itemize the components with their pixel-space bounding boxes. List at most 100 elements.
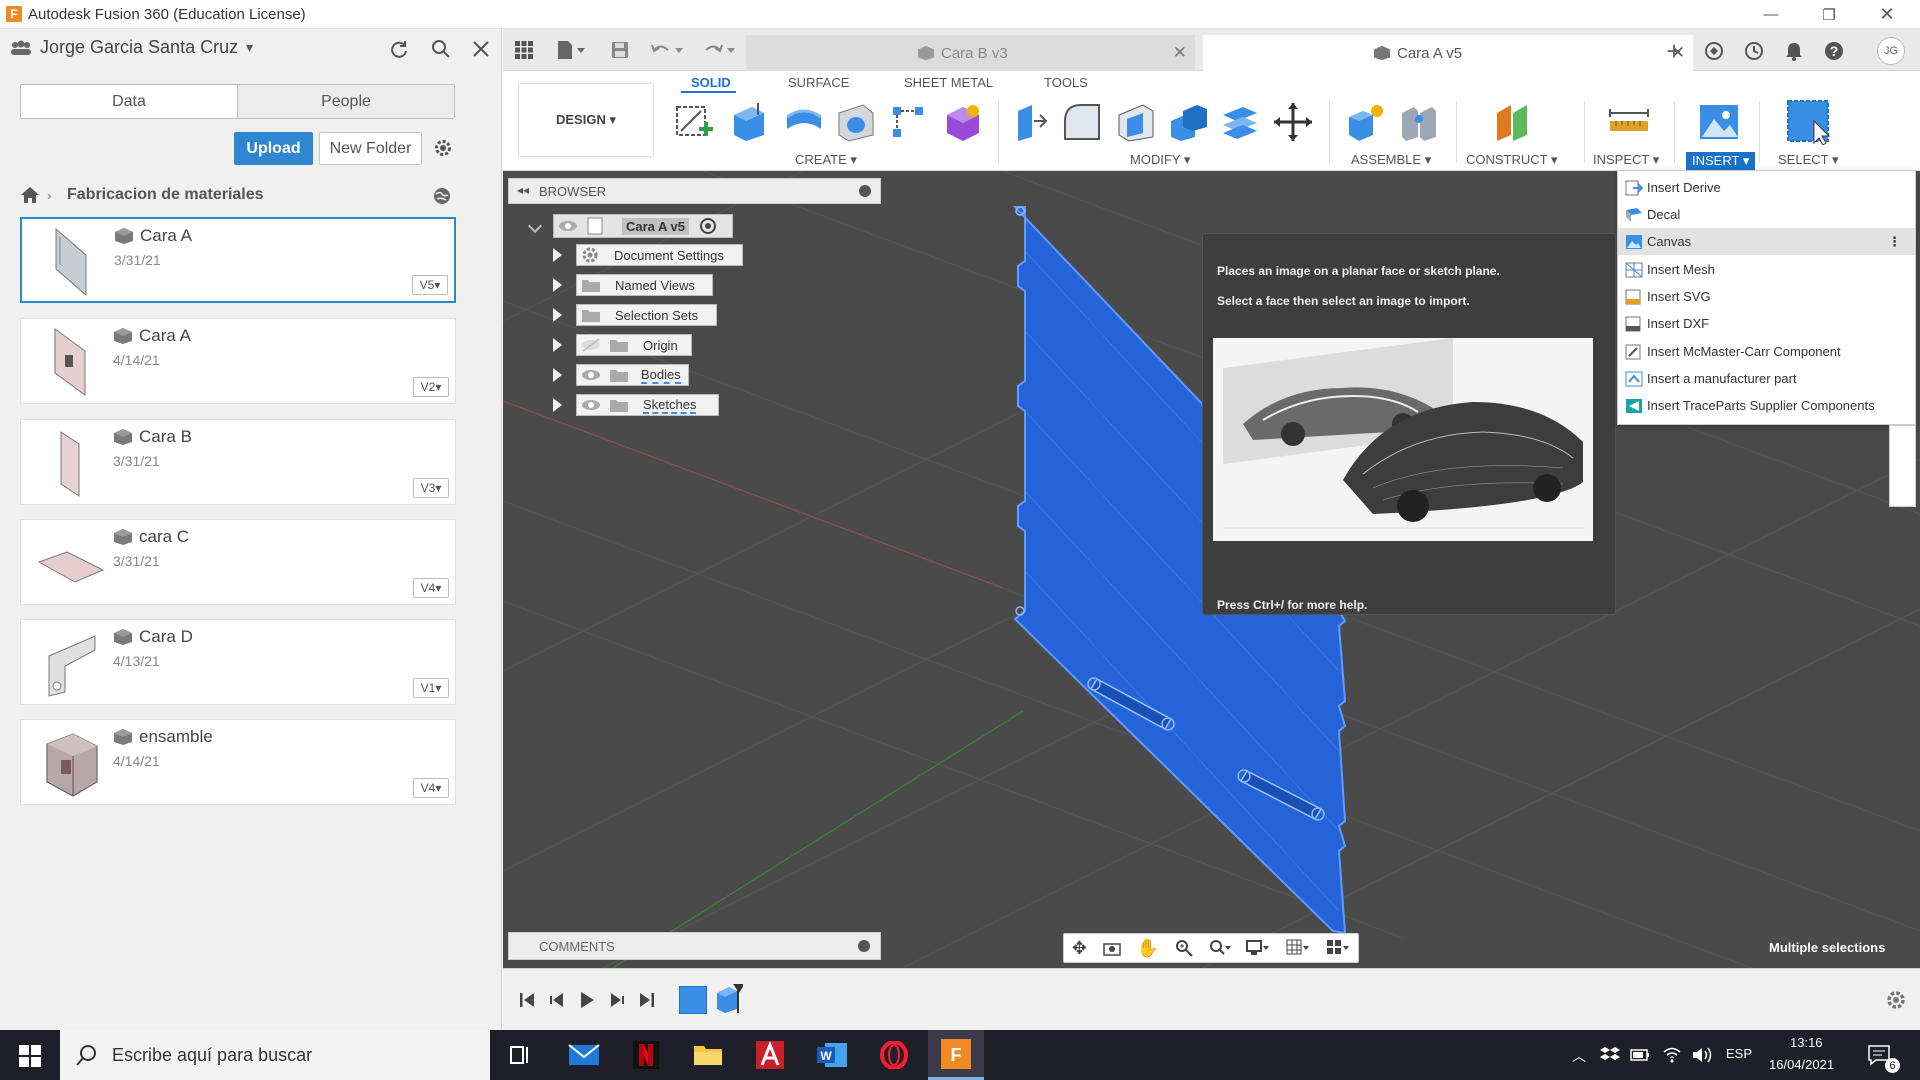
menu-item-insert-svg[interactable]: Insert SVG bbox=[1618, 283, 1915, 310]
workspace-switcher[interactable]: DESIGN ▾ bbox=[518, 83, 654, 157]
press-pull-icon[interactable] bbox=[1008, 101, 1050, 143]
create-form-icon[interactable] bbox=[941, 101, 983, 143]
menu-item-insert-derive[interactable]: Insert Derive bbox=[1618, 174, 1915, 201]
step-forward-icon[interactable] bbox=[609, 991, 625, 1009]
go-to-end-icon[interactable] bbox=[639, 991, 655, 1009]
restore-button[interactable]: ❐ bbox=[1800, 0, 1858, 29]
save-icon[interactable] bbox=[607, 37, 633, 63]
expand-arrow-icon[interactable] bbox=[553, 278, 562, 292]
new-tab-icon[interactable]: + bbox=[1660, 36, 1688, 66]
activate-icon[interactable] bbox=[699, 217, 717, 235]
dropbox-icon[interactable] bbox=[1600, 1046, 1620, 1064]
browser-root-node[interactable]: Cara A v5 bbox=[553, 214, 733, 238]
mail-app-icon[interactable] bbox=[556, 1030, 612, 1080]
expand-arrow-icon[interactable] bbox=[553, 398, 562, 412]
collapse-icon[interactable]: ◂◂ bbox=[517, 183, 529, 197]
home-icon[interactable] bbox=[20, 186, 40, 204]
insert-image-icon[interactable] bbox=[1698, 101, 1740, 143]
fusion-app-icon[interactable]: F bbox=[928, 1030, 984, 1080]
windows-start-icon[interactable] bbox=[19, 1045, 41, 1067]
pan-icon[interactable]: ✋ bbox=[1137, 938, 1159, 959]
version-badge[interactable]: V1▾ bbox=[413, 678, 449, 698]
step-back-icon[interactable] bbox=[549, 991, 565, 1009]
browser-item-bodies[interactable]: Bodies bbox=[576, 364, 689, 386]
file-card[interactable]: Cara A 3/31/21 V5▾ bbox=[20, 217, 456, 303]
joint-icon[interactable] bbox=[1398, 101, 1440, 143]
timeline-extrude-feature[interactable] bbox=[713, 983, 743, 1015]
tab-people[interactable]: People bbox=[237, 85, 454, 118]
file-card[interactable]: Cara A 4/14/21 V2▾ bbox=[20, 318, 456, 404]
expand-arrow-icon[interactable] bbox=[553, 308, 562, 322]
minimize-button[interactable]: — bbox=[1742, 0, 1800, 29]
globe-icon[interactable] bbox=[432, 186, 452, 206]
expand-arrow-icon[interactable] bbox=[553, 368, 562, 382]
chevron-down-icon[interactable]: ▾ bbox=[246, 39, 253, 56]
close-panel-icon[interactable] bbox=[468, 36, 494, 62]
word-app-icon[interactable]: W bbox=[804, 1030, 860, 1080]
breadcrumb[interactable]: Fabricacion de materiales bbox=[67, 186, 264, 204]
construct-group-label[interactable]: CONSTRUCT ▾ bbox=[1466, 152, 1558, 168]
tab-cara-b[interactable]: Cara B v3 ✕ bbox=[746, 35, 1195, 71]
battery-icon[interactable] bbox=[1630, 1047, 1650, 1063]
browser-item-selection-sets[interactable]: Selection Sets bbox=[576, 304, 717, 326]
orbit-icon[interactable]: ✥ bbox=[1072, 938, 1087, 959]
redo-icon[interactable] bbox=[699, 37, 739, 63]
clock-date[interactable]: 16/04/2021 bbox=[1769, 1057, 1834, 1072]
job-status-icon[interactable] bbox=[1740, 37, 1768, 65]
version-badge[interactable]: V2▾ bbox=[413, 377, 449, 397]
network-icon[interactable] bbox=[1662, 1046, 1682, 1064]
close-window-button[interactable]: ✕ bbox=[1858, 0, 1916, 29]
select-icon[interactable] bbox=[1786, 99, 1832, 145]
insert-group-label[interactable]: INSERT ▾ bbox=[1686, 152, 1756, 170]
assemble-group-label[interactable]: ASSEMBLE ▾ bbox=[1351, 152, 1431, 168]
file-card[interactable]: ensamble 4/14/21 V4▾ bbox=[20, 719, 456, 805]
browser-item-origin[interactable]: Origin bbox=[576, 334, 692, 356]
shell-icon[interactable] bbox=[1115, 101, 1157, 143]
team-icon[interactable] bbox=[10, 39, 32, 57]
taskbar-search[interactable]: Escribe aquí para buscar bbox=[60, 1030, 490, 1080]
new-component-icon[interactable] bbox=[1345, 101, 1387, 143]
menu-item-insert-traceparts[interactable]: Insert TraceParts Supplier Components bbox=[1618, 392, 1915, 419]
user-avatar[interactable]: JG bbox=[1877, 37, 1905, 65]
create-sketch-icon[interactable] bbox=[673, 101, 715, 143]
gear-icon[interactable] bbox=[431, 136, 455, 160]
volume-icon[interactable] bbox=[1692, 1046, 1714, 1064]
comments-panel[interactable]: COMMENTS bbox=[508, 932, 881, 960]
notifications-icon[interactable] bbox=[1780, 37, 1808, 65]
menu-item-insert-dxf[interactable]: Insert DXF bbox=[1618, 310, 1915, 337]
tab-cara-a[interactable]: Cara A v5 ✕ bbox=[1203, 35, 1693, 71]
fillet-icon[interactable] bbox=[1061, 101, 1103, 143]
opera-app-icon[interactable] bbox=[866, 1030, 922, 1080]
netflix-app-icon[interactable] bbox=[618, 1030, 674, 1080]
browser-item-sketches[interactable]: Sketches bbox=[576, 394, 719, 416]
version-badge[interactable]: V3▾ bbox=[413, 478, 449, 498]
menu-item-insert-manufacturer-part[interactable]: Insert a manufacturer part bbox=[1618, 365, 1915, 392]
browser-item-document-settings[interactable]: Document Settings bbox=[576, 244, 743, 266]
look-at-icon[interactable] bbox=[1103, 940, 1121, 956]
go-to-start-icon[interactable] bbox=[519, 991, 535, 1009]
offset-plane-icon[interactable] bbox=[1493, 101, 1535, 143]
refresh-icon[interactable] bbox=[386, 36, 412, 62]
version-badge[interactable]: V5▾ bbox=[412, 275, 448, 295]
task-view-icon[interactable] bbox=[492, 1030, 548, 1080]
extensions-icon[interactable] bbox=[1700, 37, 1728, 65]
hole-icon[interactable] bbox=[835, 101, 877, 143]
file-card[interactable]: cara C 3/31/21 V4▾ bbox=[20, 519, 456, 605]
grid-settings-icon[interactable] bbox=[1286, 939, 1310, 957]
version-badge[interactable]: V4▾ bbox=[413, 778, 449, 798]
show-hidden-icons[interactable]: ︿ bbox=[1572, 1046, 1586, 1066]
tab-data[interactable]: Data bbox=[21, 85, 237, 118]
menu-item-canvas[interactable]: Canvas ⋮ bbox=[1618, 228, 1915, 255]
browser-item-named-views[interactable]: Named Views bbox=[576, 274, 713, 296]
expand-arrow-icon[interactable] bbox=[553, 248, 562, 262]
grid-menu-icon[interactable] bbox=[511, 37, 537, 63]
file-menu-icon[interactable] bbox=[551, 37, 591, 63]
file-card[interactable]: Cara B 3/31/21 V3▾ bbox=[20, 419, 456, 505]
measure-icon[interactable] bbox=[1608, 105, 1650, 139]
clock-time[interactable]: 13:16 bbox=[1790, 1035, 1823, 1050]
undo-icon[interactable] bbox=[647, 37, 687, 63]
zoom-icon[interactable] bbox=[1175, 939, 1193, 957]
tab-solid[interactable]: SOLID bbox=[691, 75, 731, 90]
inspect-group-label[interactable]: INSPECT ▾ bbox=[1593, 152, 1659, 168]
language-indicator[interactable]: ESP bbox=[1726, 1046, 1752, 1061]
